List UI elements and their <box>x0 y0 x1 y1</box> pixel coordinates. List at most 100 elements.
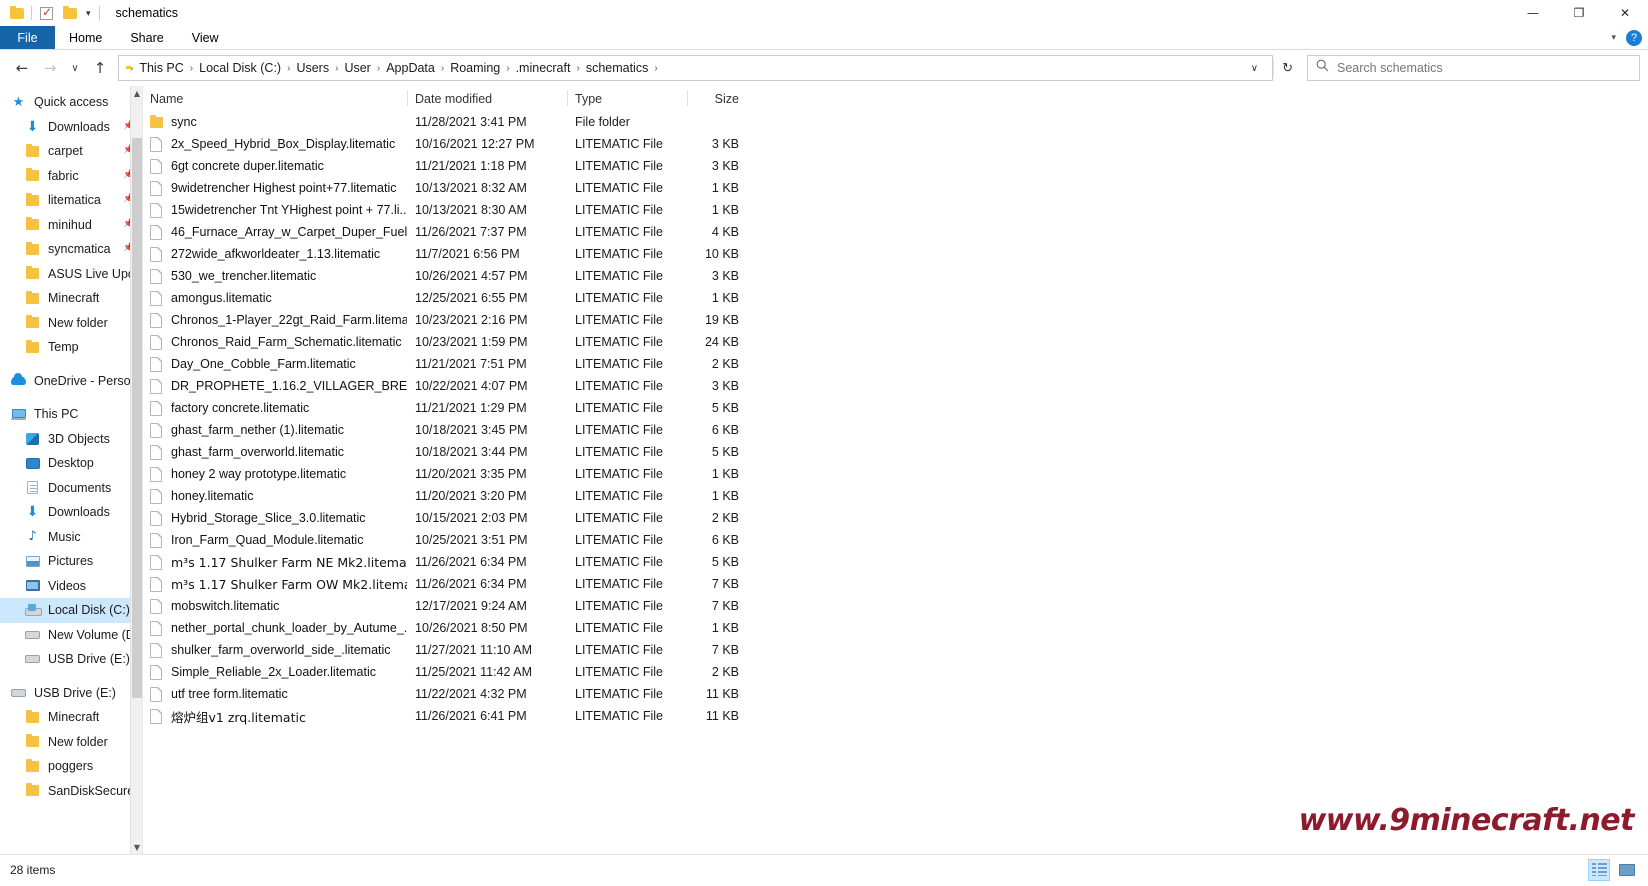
table-row[interactable]: m³s 1.17 Shulker Farm OW Mk2.litematic 11… <box>142 573 1648 595</box>
sidebar-item-quick-access[interactable]: ★ Quick access <box>0 90 142 115</box>
sidebar-item-minihud[interactable]: minihud 📌 <box>0 213 142 238</box>
sidebar-item-temp[interactable]: Temp <box>0 335 142 360</box>
file-name-cell[interactable]: 46_Furnace_Array_w_Carpet_Duper_Fuel_... <box>142 224 407 240</box>
table-row[interactable]: factory concrete.litematic 11/21/2021 1:2… <box>142 397 1648 419</box>
up-button[interactable]: ↑ <box>86 53 114 83</box>
sidebar-item-new-folder[interactable]: New folder <box>0 311 142 336</box>
table-row[interactable]: shulker_farm_overworld_side_.litematic 11… <box>142 639 1648 661</box>
file-name-cell[interactable]: ghast_farm_nether (1).litematic <box>142 422 407 438</box>
file-name-cell[interactable]: 2x_Speed_Hybrid_Box_Display.litematic <box>142 136 407 152</box>
navigation-scrollbar[interactable]: ▲ ▼ <box>130 86 142 854</box>
file-name-cell[interactable]: Chronos_Raid_Farm_Schematic.litematic <box>142 334 407 350</box>
table-row[interactable]: 熔炉组v1 zrq.litematic 11/26/2021 6:41 PM LIT… <box>142 705 1648 727</box>
file-name-cell[interactable]: Iron_Farm_Quad_Module.litematic <box>142 532 407 548</box>
back-button[interactable]: ← <box>8 53 36 83</box>
sidebar-item-downloads[interactable]: ⬇ Downloads 📌 <box>0 115 142 140</box>
breadcrumb-item-appdata[interactable]: AppData <box>381 59 440 77</box>
sidebar-item-local-disk-c[interactable]: Local Disk (C:) <box>0 598 142 623</box>
sidebar-item-syncmatica[interactable]: syncmatica 📌 <box>0 237 142 262</box>
column-header-type[interactable]: Type <box>567 86 687 111</box>
sidebar-item-usb-drive-e[interactable]: USB Drive (E:) <box>0 647 142 672</box>
breadcrumb-item-local-disk[interactable]: Local Disk (C:) <box>194 59 286 77</box>
table-row[interactable]: 2x_Speed_Hybrid_Box_Display.litematic 10/… <box>142 133 1648 155</box>
search-input-placeholder[interactable]: Search schematics <box>1337 61 1443 75</box>
table-row[interactable]: Hybrid_Storage_Slice_3.0.litematic 10/15/… <box>142 507 1648 529</box>
table-row[interactable]: mobswitch.litematic 12/17/2021 9:24 AM LIT… <box>142 595 1648 617</box>
sidebar-item-downloads[interactable]: ⬇ Downloads <box>0 500 142 525</box>
scroll-up-icon[interactable]: ▲ <box>131 86 142 100</box>
file-name-cell[interactable]: 6gt concrete duper.litematic <box>142 158 407 174</box>
table-row[interactable]: Day_One_Cobble_Farm.litematic 11/21/2021 … <box>142 353 1648 375</box>
refresh-button[interactable]: ↻ <box>1273 60 1301 76</box>
sidebar-item-minecraft[interactable]: Minecraft <box>0 286 142 311</box>
large-icons-view-button[interactable] <box>1616 859 1638 881</box>
file-name-cell[interactable]: m³s 1.17 Shulker Farm NE Mk2.litematic <box>142 554 407 570</box>
minimize-button[interactable]: — <box>1510 0 1556 26</box>
file-name-cell[interactable]: honey 2 way prototype.litematic <box>142 466 407 482</box>
sidebar-item-carpet[interactable]: carpet 📌 <box>0 139 142 164</box>
table-row[interactable]: nether_portal_chunk_loader_by_Autume_...… <box>142 617 1648 639</box>
breadcrumb-item-this-pc[interactable]: This PC <box>134 59 188 77</box>
address-input[interactable]: › This PC › Local Disk (C:) › Users › Us… <box>118 55 1274 81</box>
sidebar-item-music[interactable]: ♪ Music <box>0 525 142 550</box>
sidebar-item-desktop[interactable]: Desktop <box>0 451 142 476</box>
sidebar-item-pictures[interactable]: Pictures <box>0 549 142 574</box>
table-row[interactable]: honey.litematic 11/20/2021 3:20 PM LITEMAT… <box>142 485 1648 507</box>
sidebar-item-sandisksecureaccess[interactable]: SanDiskSecureAccess <box>0 779 142 804</box>
table-row[interactable]: DR_PROPHETE_1.16.2_VILLAGER_BREEDE... 10/… <box>142 375 1648 397</box>
table-row[interactable]: 272wide_afkworldeater_1.13.litematic 11/7… <box>142 243 1648 265</box>
sidebar-item-videos[interactable]: Videos <box>0 574 142 599</box>
sidebar-item-onedrive-personal[interactable]: OneDrive - Personal <box>0 369 142 394</box>
file-name-cell[interactable]: DR_PROPHETE_1.16.2_VILLAGER_BREEDE... <box>142 378 407 394</box>
table-row[interactable]: sync 11/28/2021 3:41 PM File folder <box>142 111 1648 133</box>
file-name-cell[interactable]: honey.litematic <box>142 488 407 504</box>
recent-locations-button[interactable]: ∨ <box>64 53 86 83</box>
file-name-cell[interactable]: amongus.litematic <box>142 290 407 306</box>
scrollbar-thumb[interactable] <box>132 138 142 698</box>
table-row[interactable]: ghast_farm_nether (1).litematic 10/18/202… <box>142 419 1648 441</box>
tab-share[interactable]: Share <box>116 26 177 49</box>
close-button[interactable]: ✕ <box>1602 0 1648 26</box>
table-row[interactable]: ghast_farm_overworld.litematic 10/18/2021… <box>142 441 1648 463</box>
file-name-cell[interactable]: 272wide_afkworldeater_1.13.litematic <box>142 246 407 262</box>
file-name-cell[interactable]: Hybrid_Storage_Slice_3.0.litematic <box>142 510 407 526</box>
sidebar-item-usb-drive-e[interactable]: USB Drive (E:) <box>0 681 142 706</box>
file-name-cell[interactable]: nether_portal_chunk_loader_by_Autume_... <box>142 620 407 636</box>
file-name-cell[interactable]: utf tree form.litematic <box>142 686 407 702</box>
file-name-cell[interactable]: m³s 1.17 Shulker Farm OW Mk2.litematic <box>142 576 407 592</box>
search-box[interactable]: Search schematics <box>1307 55 1640 81</box>
table-row[interactable]: 15widetrencher Tnt YHighest point + 77.l… <box>142 199 1648 221</box>
sidebar-item-new-volume-d[interactable]: New Volume (D:) <box>0 623 142 648</box>
tab-home[interactable]: Home <box>55 26 116 49</box>
file-name-cell[interactable]: Simple_Reliable_2x_Loader.litematic <box>142 664 407 680</box>
table-row[interactable]: 46_Furnace_Array_w_Carpet_Duper_Fuel_...… <box>142 221 1648 243</box>
column-header-date-modified[interactable]: Date modified <box>407 86 567 111</box>
breadcrumb-item-users[interactable]: Users <box>291 59 334 77</box>
file-name-cell[interactable]: ghast_farm_overworld.litematic <box>142 444 407 460</box>
chevron-down-icon[interactable]: ▾ <box>1611 32 1616 43</box>
forward-button[interactable]: → <box>36 53 64 83</box>
table-row[interactable]: Chronos_1-Player_22gt_Raid_Farm.litema..… <box>142 309 1648 331</box>
sidebar-item-litematica[interactable]: litematica 📌 <box>0 188 142 213</box>
file-name-cell[interactable]: mobswitch.litematic <box>142 598 407 614</box>
tab-file[interactable]: File <box>0 26 55 49</box>
breadcrumb-item-user[interactable]: User <box>339 59 375 77</box>
breadcrumb-item-roaming[interactable]: Roaming <box>445 59 505 77</box>
table-row[interactable]: Simple_Reliable_2x_Loader.litematic 11/25… <box>142 661 1648 683</box>
address-dropdown-icon[interactable]: ∨ <box>1241 63 1268 74</box>
table-row[interactable]: utf tree form.litematic 11/22/2021 4:32 P… <box>142 683 1648 705</box>
sidebar-item-new-folder[interactable]: New folder <box>0 730 142 755</box>
file-name-cell[interactable]: 15widetrencher Tnt YHighest point + 77.l… <box>142 202 407 218</box>
sidebar-item-documents[interactable]: Documents <box>0 476 142 501</box>
file-name-cell[interactable]: shulker_farm_overworld_side_.litematic <box>142 642 407 658</box>
table-row[interactable]: honey 2 way prototype.litematic 11/20/202… <box>142 463 1648 485</box>
help-icon[interactable]: ? <box>1626 29 1642 46</box>
scroll-down-icon[interactable]: ▼ <box>131 840 142 854</box>
column-header-name[interactable]: Name ⌃ <box>142 86 407 111</box>
file-list-pane[interactable]: Name ⌃ Date modified Type Size sync 11/28… <box>142 86 1648 854</box>
new-folder-icon[interactable] <box>61 5 78 22</box>
tab-view[interactable]: View <box>178 26 233 49</box>
table-row[interactable]: 9widetrencher Highest point+77.litematic… <box>142 177 1648 199</box>
breadcrumb-separator[interactable]: › <box>653 63 658 74</box>
file-name-cell[interactable]: 530_we_trencher.litematic <box>142 268 407 284</box>
